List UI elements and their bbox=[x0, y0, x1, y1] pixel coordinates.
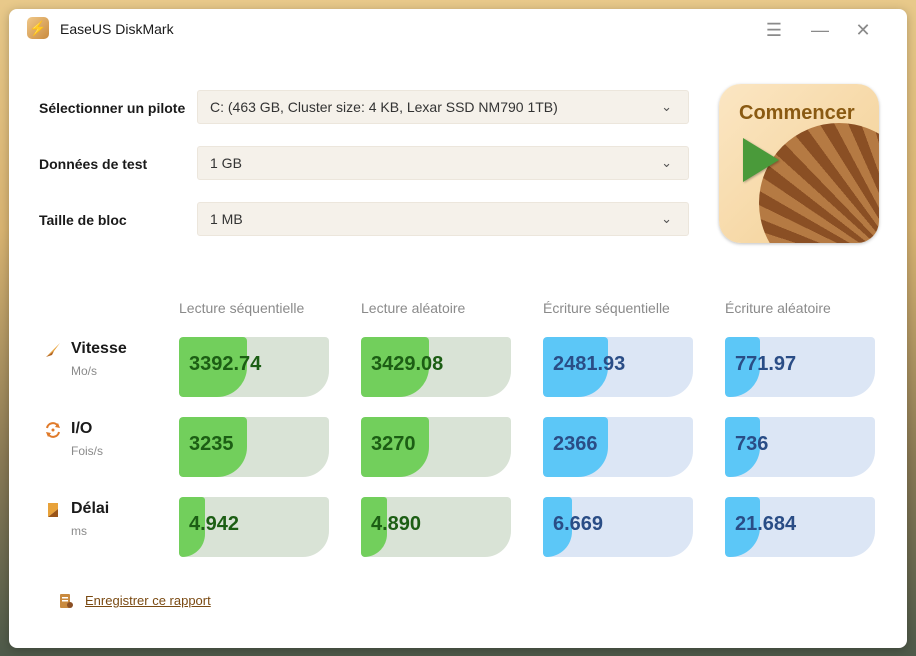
chevron-down-icon: ⌄ bbox=[661, 211, 672, 226]
test-data-select-value: 1 GB bbox=[210, 155, 242, 171]
metric-unit: ms bbox=[71, 524, 87, 538]
result-cell: 2481.93 bbox=[543, 337, 693, 397]
result-value: 3270 bbox=[371, 433, 416, 455]
column-header: Lecture aléatoire bbox=[361, 300, 466, 316]
result-cell: 736 bbox=[725, 417, 875, 477]
result-cell: 4.890 bbox=[361, 497, 511, 557]
speed-icon bbox=[46, 343, 60, 357]
latency-icon bbox=[48, 503, 58, 517]
block-size-label: Taille de bloc bbox=[39, 212, 127, 228]
result-cell: 771.97 bbox=[725, 337, 875, 397]
app-title: EaseUS DiskMark bbox=[60, 21, 174, 37]
result-value: 771.97 bbox=[735, 353, 797, 375]
result-value: 3235 bbox=[189, 433, 234, 455]
result-cell: 21.684 bbox=[725, 497, 875, 557]
metric-name: I/O bbox=[71, 420, 93, 437]
report-icon bbox=[60, 594, 73, 608]
metric-unit: Fois/s bbox=[71, 444, 104, 458]
column-header: Écriture séquentielle bbox=[543, 300, 670, 316]
block-size-select[interactable]: 1 MB ⌄ bbox=[197, 202, 689, 236]
metric-name: Vitesse bbox=[71, 340, 127, 357]
app-logo-icon: ⚡ bbox=[27, 17, 49, 39]
metric-unit: Mo/s bbox=[71, 364, 98, 378]
test-data-label: Données de test bbox=[39, 156, 148, 172]
result-value: 6.669 bbox=[553, 513, 604, 535]
result-cell: 3429.08 bbox=[361, 337, 511, 397]
result-value: 3392.74 bbox=[189, 353, 262, 375]
metric-name: Délai bbox=[71, 500, 110, 517]
result-cell: 3392.74 bbox=[179, 337, 329, 397]
drive-label: Sélectionner un pilote bbox=[39, 100, 186, 116]
title-bar: ⚡ EaseUS DiskMark ☰ — ✕ bbox=[9, 9, 907, 51]
close-icon[interactable]: ✕ bbox=[851, 19, 875, 41]
minimize-icon[interactable]: — bbox=[808, 19, 832, 41]
chevron-down-icon: ⌄ bbox=[661, 99, 672, 114]
result-value: 2366 bbox=[553, 433, 598, 455]
column-header: Écriture aléatoire bbox=[725, 300, 831, 316]
block-size-select-value: 1 MB bbox=[210, 211, 243, 227]
start-button-label: Commencer bbox=[739, 102, 855, 124]
drive-select[interactable]: C: (463 GB, Cluster size: 4 KB, Lexar SS… bbox=[197, 90, 689, 124]
result-value: 3429.08 bbox=[371, 353, 444, 375]
result-cell: 4.942 bbox=[179, 497, 329, 557]
result-value: 2481.93 bbox=[553, 353, 626, 375]
chevron-down-icon: ⌄ bbox=[661, 155, 672, 170]
start-button[interactable]: Commencer bbox=[719, 84, 879, 243]
test-data-select[interactable]: 1 GB ⌄ bbox=[197, 146, 689, 180]
result-cell: 2366 bbox=[543, 417, 693, 477]
result-value: 21.684 bbox=[735, 513, 797, 535]
result-cell: 3235 bbox=[179, 417, 329, 477]
play-icon bbox=[743, 138, 779, 182]
io-icon bbox=[46, 422, 60, 438]
result-value: 4.942 bbox=[189, 513, 240, 535]
column-header: Lecture séquentielle bbox=[179, 300, 305, 316]
result-cell: 3270 bbox=[361, 417, 511, 477]
menu-icon[interactable]: ☰ bbox=[762, 19, 786, 41]
diskmark-window: ⚡ EaseUS DiskMark ☰ — ✕ Sélectionner un … bbox=[9, 9, 907, 648]
drive-select-value: C: (463 GB, Cluster size: 4 KB, Lexar SS… bbox=[210, 99, 558, 115]
result-value: 736 bbox=[735, 433, 769, 455]
save-report-label: Enregistrer ce rapport bbox=[85, 593, 211, 608]
result-value: 4.890 bbox=[371, 513, 422, 535]
result-cell: 6.669 bbox=[543, 497, 693, 557]
